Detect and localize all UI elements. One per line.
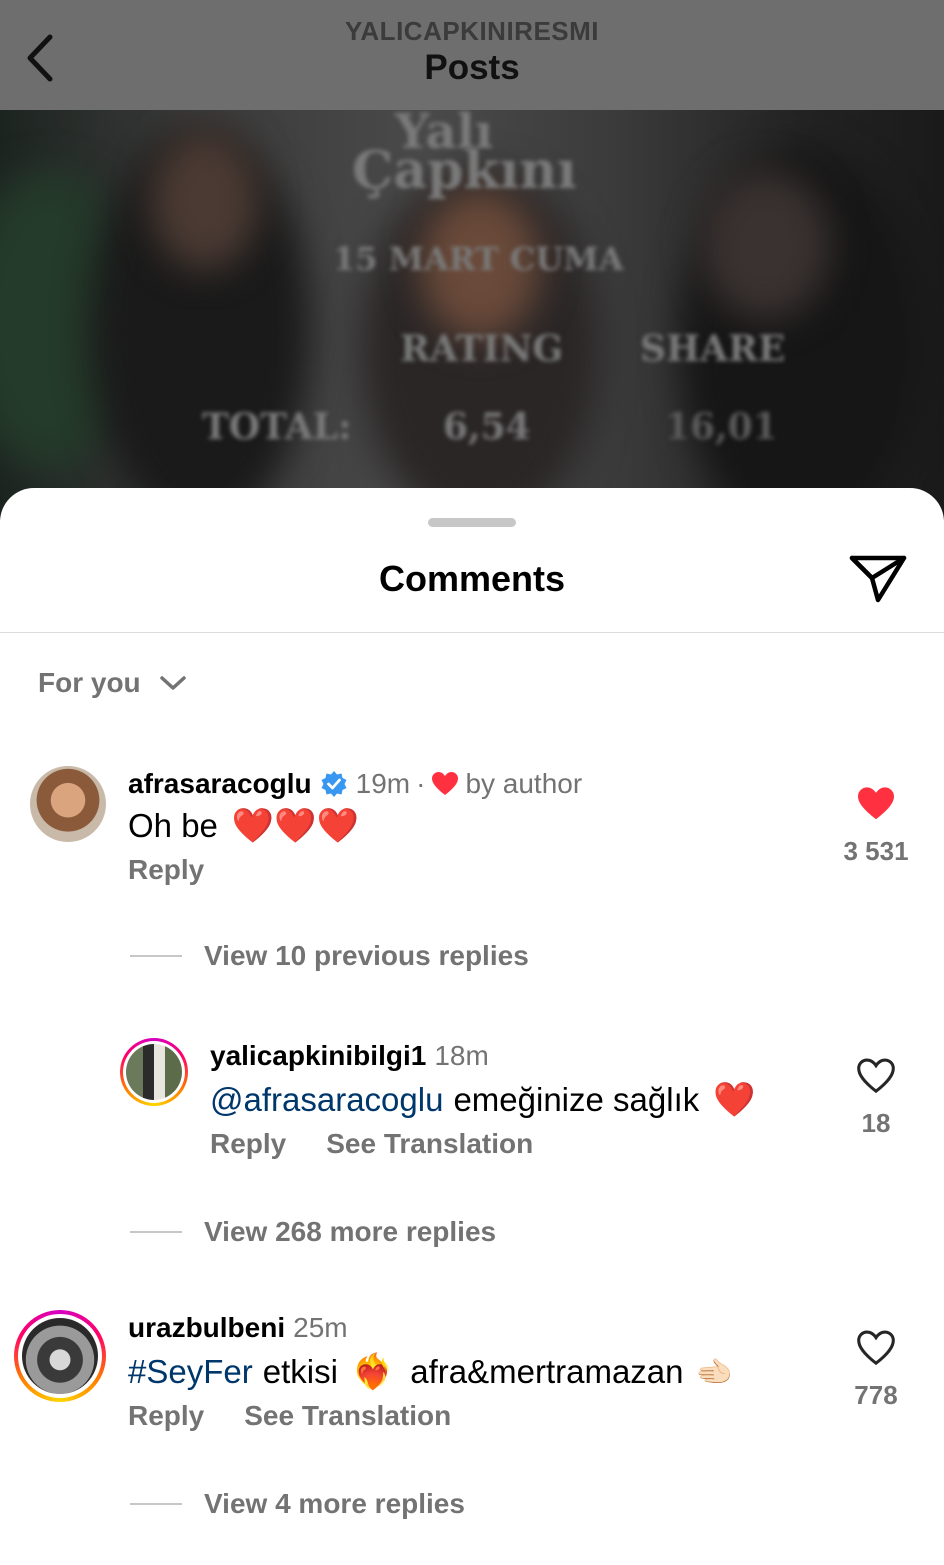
post-rating-value: 6,54 [443, 406, 531, 448]
comment-body: #SeyFer etkisi ❤️‍🔥 afra&mertramazan 🫲🏻 [128, 1342, 733, 1402]
hashtag-link[interactable]: #SeyFer [128, 1353, 253, 1391]
comment-item: urazbulbeni 25m #SeyFer etkisi ❤️‍🔥 afra… [0, 1306, 944, 1546]
replies-line [130, 955, 182, 957]
like-count: 3 531 [843, 836, 909, 866]
nav-bar: YALICAPKINIRESMI Posts [0, 0, 944, 110]
comment-time: 25m [293, 1312, 348, 1343]
like-control: 778 [846, 1330, 906, 1411]
comment-text: emeğinize sağlık [453, 1081, 700, 1118]
sort-filter-dropdown[interactable]: For you [38, 666, 187, 700]
reply-button[interactable]: Reply [128, 1400, 204, 1432]
comment-emoji: ❤️ [713, 1080, 756, 1120]
comment-time: 19m [355, 768, 411, 799]
comment-actions: Reply See Translation [210, 1128, 533, 1160]
post-col-share: SHARE [640, 328, 786, 370]
reply-item: yalicapkinibilgi1 18m @afrasaracoglu eme… [0, 1034, 944, 1274]
view-replies-label: View 268 more replies [204, 1216, 497, 1247]
avatar-story-ring[interactable] [14, 1310, 106, 1402]
post-date: 15 MART CUMA [333, 240, 624, 278]
comments-sheet: Comments For you afrasaracoglu 19m · by … [0, 488, 944, 1565]
like-count: 778 [854, 1380, 898, 1410]
post-row-label: TOTAL: [202, 406, 352, 448]
sheet-title: Comments [378, 558, 566, 599]
comment-username[interactable]: yalicapkinibilgi1 [210, 1040, 426, 1072]
see-translation-button[interactable]: See Translation [326, 1128, 533, 1160]
view-replies-button[interactable]: View 268 more replies [130, 1216, 496, 1248]
comment-text: Oh be [128, 807, 218, 844]
nav-account-name: YALICAPKINIRESMI [344, 16, 600, 46]
comment-emoji: ❤️❤️❤️ [231, 806, 359, 846]
verified-badge-icon [321, 771, 347, 797]
liked-by-author-label: by author [465, 768, 583, 799]
reply-button[interactable]: Reply [128, 854, 204, 886]
sheet-divider [0, 632, 944, 633]
heart-outline-icon[interactable] [856, 1058, 896, 1094]
like-count: 18 [861, 1108, 891, 1138]
filter-label: For you [38, 667, 141, 698]
see-translation-button[interactable]: See Translation [244, 1400, 451, 1432]
chevron-down-icon [159, 676, 186, 690]
view-replies-button[interactable]: View 10 previous replies [130, 940, 529, 972]
replies-line [130, 1231, 182, 1233]
comment-time: 18m [434, 1040, 489, 1071]
post-background: Yalı Çapkını 15 MART CUMA RATING SHARE T… [0, 0, 944, 520]
comment-text: etkisi [262, 1353, 338, 1390]
comment-actions: Reply See Translation [128, 1400, 451, 1432]
comment-emoji-2: 🫲🏻 [695, 1354, 733, 1390]
avatar[interactable] [30, 766, 106, 842]
share-send-icon [849, 555, 907, 603]
comment-actions: Reply [128, 854, 204, 886]
comment-username[interactable]: urazbulbeni [128, 1312, 285, 1344]
nav-title: Posts [424, 48, 520, 87]
comment-emoji: ❤️‍🔥 [351, 1352, 395, 1392]
heart-filled-icon [432, 772, 459, 795]
post-col-rating: RATING [400, 328, 564, 370]
post-share-value: 16,01 [665, 406, 778, 448]
comment-text-2: afra&mertramazan [410, 1353, 684, 1390]
comment-body: @afrasaracoglu emeğinize sağlık ❤️ [210, 1070, 756, 1130]
view-replies-label: View 4 more replies [204, 1488, 465, 1519]
sheet-grabber[interactable] [428, 518, 516, 527]
heart-filled-icon[interactable] [856, 786, 896, 822]
like-control: 3 531 [843, 786, 909, 867]
comment-body: Oh be ❤️❤️❤️ [128, 796, 359, 856]
post-title-line2: Çapkını [352, 140, 577, 201]
reply-button[interactable]: Reply [210, 1128, 286, 1160]
view-replies-button[interactable]: View 4 more replies [130, 1488, 465, 1520]
post-image: Yalı Çapkını 15 MART CUMA RATING SHARE T… [0, 110, 944, 520]
mention-link[interactable]: @afrasaracoglu [210, 1081, 443, 1119]
replies-line [130, 1503, 182, 1505]
meta-separator: · [416, 768, 426, 799]
avatar-story-ring[interactable] [120, 1038, 188, 1106]
avatar [22, 1318, 98, 1394]
avatar [126, 1044, 182, 1100]
like-control: 18 [846, 1058, 906, 1139]
heart-outline-icon[interactable] [856, 1330, 896, 1366]
view-replies-label: View 10 previous replies [204, 940, 529, 971]
comment-item: afrasaracoglu 19m · by author Oh be ❤️❤️… [0, 758, 944, 998]
share-button[interactable] [848, 552, 908, 606]
